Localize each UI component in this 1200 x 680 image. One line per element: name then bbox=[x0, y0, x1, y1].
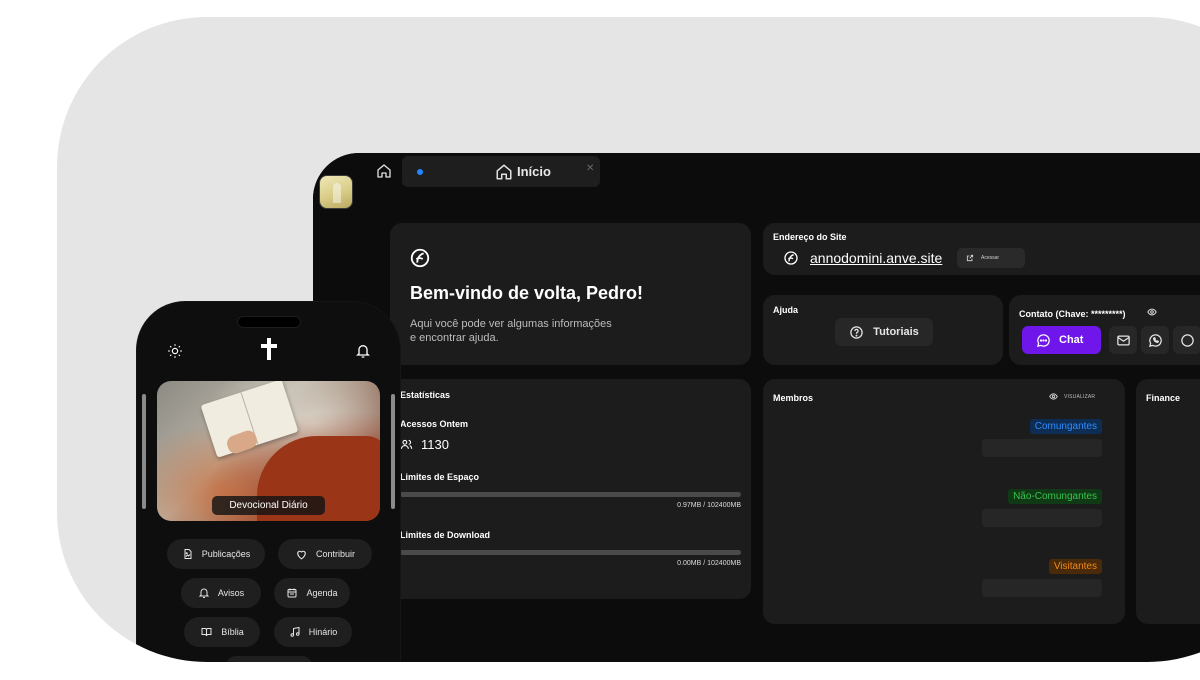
eye-icon[interactable] bbox=[1147, 307, 1157, 317]
access-site-button[interactable]: Acessar bbox=[957, 248, 1025, 268]
menu-label: Avisos bbox=[217, 588, 245, 598]
brand-logo-icon bbox=[410, 248, 430, 268]
background-card: Início ✕ Bem-vindo de volta, Pedro! Aqui… bbox=[57, 17, 1200, 662]
phone-notch bbox=[237, 316, 301, 328]
visits-label: Acessos Ontem bbox=[400, 419, 469, 429]
site-url-link[interactable]: annodomini.anve.site bbox=[810, 250, 942, 266]
members-card: Membros VISUALIZAR Comungantes Não-Comun… bbox=[763, 379, 1125, 624]
home-icon bbox=[496, 164, 512, 180]
statistics-card: Estatísticas Acessos Ontem 1130 Limites … bbox=[390, 379, 751, 599]
tab-bar: Início ✕ bbox=[365, 153, 1200, 189]
menu-label: Publicações bbox=[201, 549, 251, 559]
church-logo[interactable] bbox=[319, 175, 353, 209]
phone-icon bbox=[1180, 333, 1194, 347]
menu-avisos-button[interactable]: Avisos bbox=[181, 578, 261, 608]
stage: Início ✕ Bem-vindo de volta, Pedro! Aqui… bbox=[0, 0, 1200, 680]
group-value-placeholder bbox=[982, 509, 1102, 527]
welcome-title: Bem-vindo de volta, Pedro! bbox=[410, 283, 644, 303]
menu-contribuir-button[interactable]: Contribuir bbox=[278, 539, 372, 569]
music-icon bbox=[290, 626, 300, 637]
tutorials-button[interactable]: Tutoriais bbox=[835, 318, 933, 346]
bell-icon bbox=[198, 588, 210, 598]
phone-mockup: Devocional Diário Publicações Contribuir… bbox=[137, 302, 400, 662]
chat-button[interactable]: Chat bbox=[1022, 326, 1101, 354]
email-button[interactable] bbox=[1109, 326, 1137, 354]
welcome-text: Aqui você pode ver algumas informações e … bbox=[410, 317, 660, 345]
brand-logo-icon bbox=[784, 251, 798, 265]
statistics-title: Estatísticas bbox=[400, 390, 451, 400]
tab-inicio[interactable]: Início ✕ bbox=[402, 156, 600, 187]
menu-label: Agenda bbox=[306, 588, 338, 598]
book-open-icon bbox=[201, 628, 212, 637]
visits-row: 1130 bbox=[400, 437, 449, 452]
menu-publicacoes-button[interactable]: Publicações bbox=[167, 539, 265, 569]
help-circle-icon bbox=[850, 325, 863, 339]
finance-title: Finance bbox=[1146, 393, 1181, 403]
welcome-line-2: e encontrar ajuda. bbox=[410, 332, 499, 344]
download-label: Limites de Download bbox=[400, 530, 491, 540]
members-title: Membros bbox=[773, 393, 814, 403]
menu-biblia-button[interactable]: Bíblia bbox=[184, 617, 260, 647]
contact-card: Contato (Chave: *********) Chat bbox=[1009, 295, 1200, 365]
menu-more-button[interactable] bbox=[226, 656, 312, 662]
home-button[interactable] bbox=[373, 160, 395, 182]
access-label: Acessar bbox=[981, 255, 1000, 261]
visits-value: 1130 bbox=[421, 437, 449, 452]
heart-icon bbox=[297, 550, 306, 559]
external-link-icon bbox=[966, 254, 974, 262]
close-icon[interactable]: ✕ bbox=[586, 163, 594, 174]
space-value: 0.97MB / 102400MB bbox=[677, 502, 741, 509]
menu-hinario-button[interactable]: Hinário bbox=[274, 617, 352, 647]
help-label: Ajuda bbox=[773, 305, 799, 315]
view-members-button[interactable]: VISUALIZAR bbox=[1049, 392, 1095, 401]
calendar-icon bbox=[287, 588, 297, 598]
eye-icon bbox=[1049, 393, 1058, 400]
hero-caption: Devocional Diário bbox=[212, 496, 325, 515]
home-icon bbox=[377, 164, 391, 178]
welcome-line-1: Aqui você pode ver algumas informações bbox=[410, 318, 612, 330]
users-icon bbox=[400, 439, 413, 449]
finance-card: Finance bbox=[1136, 379, 1200, 624]
space-label: Limites de Espaço bbox=[400, 472, 480, 482]
menu-label: Contribuir bbox=[315, 549, 355, 559]
carousel-next-peek[interactable] bbox=[391, 394, 395, 509]
view-members-label: VISUALIZAR bbox=[1064, 393, 1096, 400]
whatsapp-button[interactable] bbox=[1141, 326, 1169, 354]
space-progress-bar bbox=[400, 492, 741, 497]
download-progress-bar bbox=[400, 550, 741, 555]
menu-label: Hinário bbox=[308, 627, 338, 637]
bell-icon[interactable] bbox=[355, 342, 371, 360]
tab-label: Início bbox=[517, 164, 551, 179]
welcome-card: Bem-vindo de volta, Pedro! Aqui você pod… bbox=[390, 223, 751, 365]
menu-agenda-button[interactable]: Agenda bbox=[274, 578, 350, 608]
mail-icon bbox=[1116, 335, 1130, 345]
sun-icon[interactable] bbox=[166, 342, 184, 360]
file-image-icon bbox=[184, 549, 192, 559]
cross-icon bbox=[261, 338, 277, 360]
desktop-app-window: Início ✕ Bem-vindo de volta, Pedro! Aqui… bbox=[313, 153, 1200, 662]
tutorials-label: Tutoriais bbox=[873, 326, 919, 338]
menu-label: Bíblia bbox=[221, 627, 244, 637]
help-card: Ajuda Tutoriais bbox=[763, 295, 1003, 365]
carousel-prev-peek[interactable] bbox=[142, 394, 146, 509]
group-value-placeholder bbox=[982, 579, 1102, 597]
devotional-hero-card[interactable]: Devocional Diário bbox=[157, 381, 380, 521]
chat-bubble-icon bbox=[1036, 333, 1050, 347]
download-value: 0.00MB / 102400MB bbox=[677, 560, 741, 567]
group-chip-visitantes: Visitantes bbox=[1048, 559, 1102, 574]
group-chip-comungantes: Comungantes bbox=[1029, 419, 1102, 434]
chat-label: Chat bbox=[1059, 334, 1084, 346]
site-address-label: Endereço do Site bbox=[773, 232, 847, 242]
group-value-placeholder bbox=[982, 439, 1102, 457]
tab-active-dot bbox=[417, 169, 423, 175]
whatsapp-icon bbox=[1148, 333, 1162, 347]
contact-label: Contato (Chave: *********) bbox=[1019, 309, 1126, 319]
more-contact-button[interactable] bbox=[1173, 326, 1200, 354]
group-chip-nao-comungantes: Não-Comungantes bbox=[1008, 489, 1102, 504]
site-address-card: Endereço do Site annodomini.anve.site Ac… bbox=[763, 223, 1200, 275]
